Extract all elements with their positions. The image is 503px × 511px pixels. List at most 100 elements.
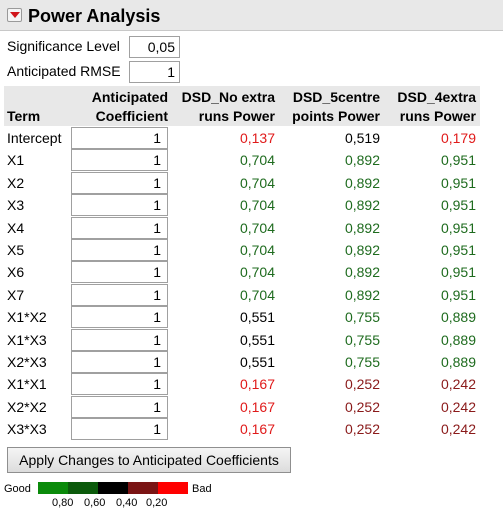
- apply-changes-button[interactable]: Apply Changes to Anticipated Coefficient…: [7, 447, 291, 473]
- power-value-c3: 0,889: [440, 309, 476, 326]
- column-header-dsd-no-extra: DSD_No extra runs Power: [170, 88, 275, 126]
- power-value-c2: 0,892: [344, 242, 380, 258]
- anticipated-coefficient-field[interactable]: 1: [71, 306, 168, 329]
- power-value-c3: 0,951: [440, 152, 476, 169]
- legend-swatch-5: [158, 482, 188, 494]
- term-cell: X1*X1: [7, 376, 47, 393]
- power-value-c2: 0,892: [344, 219, 380, 236]
- column-header-anticipated-line1: Anticipated: [91, 89, 168, 105]
- power-value-c2: 0,252: [344, 376, 380, 393]
- table-row: X1*X2 1 0,551 0,755 0,889: [0, 306, 503, 329]
- term-cell: X3*X3: [7, 421, 47, 438]
- power-value-c3: 0,179: [440, 130, 476, 146]
- anticipated-coefficient-field[interactable]: 1: [71, 351, 168, 373]
- legend-tick-label: 0,40: [116, 497, 138, 509]
- significance-level-label: Significance Level: [7, 38, 120, 54]
- table-row: X3*X3 1 0,167 0,252 0,242: [0, 418, 503, 441]
- legend-good-label: Good: [4, 483, 31, 495]
- legend-tick-label: 0,80: [52, 497, 74, 509]
- anticipated-coefficient-field[interactable]: 1: [71, 127, 168, 149]
- term-cell: X6: [7, 264, 25, 281]
- term-cell: X5: [7, 242, 25, 258]
- power-value-c2: 0,755: [344, 354, 380, 370]
- power-value-c1: 0,704: [239, 197, 275, 214]
- term-cell: X2*X2: [7, 398, 47, 415]
- power-value-c1: 0,167: [239, 421, 275, 438]
- power-value-c1: 0,551: [239, 331, 275, 348]
- anticipated-rmse-field[interactable]: 1: [129, 61, 180, 83]
- anticipated-rmse-label: Anticipated RMSE: [7, 63, 121, 79]
- anticipated-coefficient-field[interactable]: 1: [71, 395, 168, 418]
- disclosure-triangle-icon[interactable]: [7, 8, 22, 22]
- anticipated-coefficient-field[interactable]: 1: [71, 373, 168, 396]
- power-value-c3: 0,951: [440, 264, 476, 281]
- power-value-c1: 0,704: [239, 219, 275, 236]
- power-value-c3: 0,951: [440, 242, 476, 258]
- power-value-c1: 0,167: [239, 398, 275, 415]
- power-value-c3: 0,951: [440, 219, 476, 236]
- table-row: Intercept 1 0,137 0,519 0,179: [0, 127, 503, 149]
- anticipated-coefficient-field[interactable]: 1: [71, 194, 168, 217]
- column-header-c3-line1: DSD_4extra: [397, 89, 476, 105]
- table-row: X2*X3 1 0,551 0,755 0,889: [0, 351, 503, 373]
- power-value-c1: 0,167: [239, 376, 275, 393]
- term-cell: X4: [7, 219, 25, 236]
- column-header-c1-line2: runs Power: [198, 108, 275, 124]
- legend-bad-label: Bad: [192, 483, 212, 495]
- power-value-c1: 0,551: [239, 309, 275, 326]
- anticipated-coefficient-field[interactable]: 1: [71, 283, 168, 306]
- column-header-c2-line1: DSD_5centre: [292, 89, 380, 105]
- power-value-c1: 0,704: [239, 242, 275, 258]
- column-header-c2-line2: points Power: [292, 108, 380, 124]
- table-row: X5 1 0,704 0,892 0,951: [0, 239, 503, 261]
- significance-level-field[interactable]: 0,05: [129, 36, 180, 58]
- power-value-c2: 0,519: [344, 130, 380, 146]
- power-value-c2: 0,892: [344, 264, 380, 281]
- power-value-c3: 0,889: [440, 354, 476, 370]
- table-row: X2*X2 1 0,167 0,252 0,242: [0, 395, 503, 418]
- legend-swatch-3: [98, 482, 128, 494]
- anticipated-coefficient-field[interactable]: 1: [71, 216, 168, 239]
- table-row: X1 1 0,704 0,892 0,951: [0, 149, 503, 172]
- anticipated-coefficient-field[interactable]: 1: [71, 418, 168, 441]
- table-row: X4 1 0,704 0,892 0,951: [0, 216, 503, 239]
- anticipated-coefficient-field[interactable]: 1: [71, 149, 168, 172]
- power-value-c2: 0,252: [344, 398, 380, 415]
- table-row: X1*X1 1 0,167 0,252 0,242: [0, 373, 503, 396]
- power-value-c2: 0,892: [344, 174, 380, 191]
- term-cell: X2*X3: [7, 354, 47, 370]
- power-value-c1: 0,704: [239, 286, 275, 303]
- power-value-c3: 0,242: [440, 376, 476, 393]
- legend-swatch-1: [38, 482, 68, 494]
- power-value-c1: 0,704: [239, 264, 275, 281]
- power-color-legend: [38, 482, 188, 494]
- power-value-c1: 0,704: [239, 174, 275, 191]
- power-value-c1: 0,137: [239, 130, 275, 146]
- power-value-c1: 0,704: [239, 152, 275, 169]
- term-cell: Intercept: [7, 130, 62, 146]
- table-row: X6 1 0,704 0,892 0,951: [0, 261, 503, 284]
- power-value-c2: 0,892: [344, 197, 380, 214]
- table-row: X2 1 0,704 0,892 0,951: [0, 171, 503, 194]
- legend-tick-label: 0,60: [84, 497, 106, 509]
- column-header-term: Term: [7, 108, 41, 124]
- table-row: X7 1 0,704 0,892 0,951: [0, 283, 503, 306]
- anticipated-coefficient-field[interactable]: 1: [71, 239, 168, 261]
- anticipated-coefficient-field[interactable]: 1: [71, 261, 168, 284]
- power-value-c3: 0,242: [440, 398, 476, 415]
- anticipated-coefficient-field[interactable]: 1: [71, 171, 168, 194]
- anticipated-coefficient-field[interactable]: 1: [71, 328, 168, 351]
- column-header-c3-line2: runs Power: [399, 108, 476, 124]
- legend-tick-label: 0,20: [146, 497, 168, 509]
- power-value-c3: 0,951: [440, 286, 476, 303]
- power-value-c2: 0,892: [344, 286, 380, 303]
- power-value-c2: 0,755: [344, 331, 380, 348]
- column-header-c1-line1: DSD_No extra: [181, 89, 275, 105]
- power-analysis-header: Power Analysis: [0, 0, 503, 31]
- column-header-dsd-5centre: DSD_5centre points Power: [283, 88, 380, 126]
- power-value-c2: 0,252: [344, 421, 380, 438]
- power-value-c3: 0,951: [440, 174, 476, 191]
- column-header-anticipated-line2: Coefficient: [95, 108, 168, 124]
- table-row: X1*X3 1 0,551 0,755 0,889: [0, 328, 503, 351]
- legend-swatch-2: [68, 482, 98, 494]
